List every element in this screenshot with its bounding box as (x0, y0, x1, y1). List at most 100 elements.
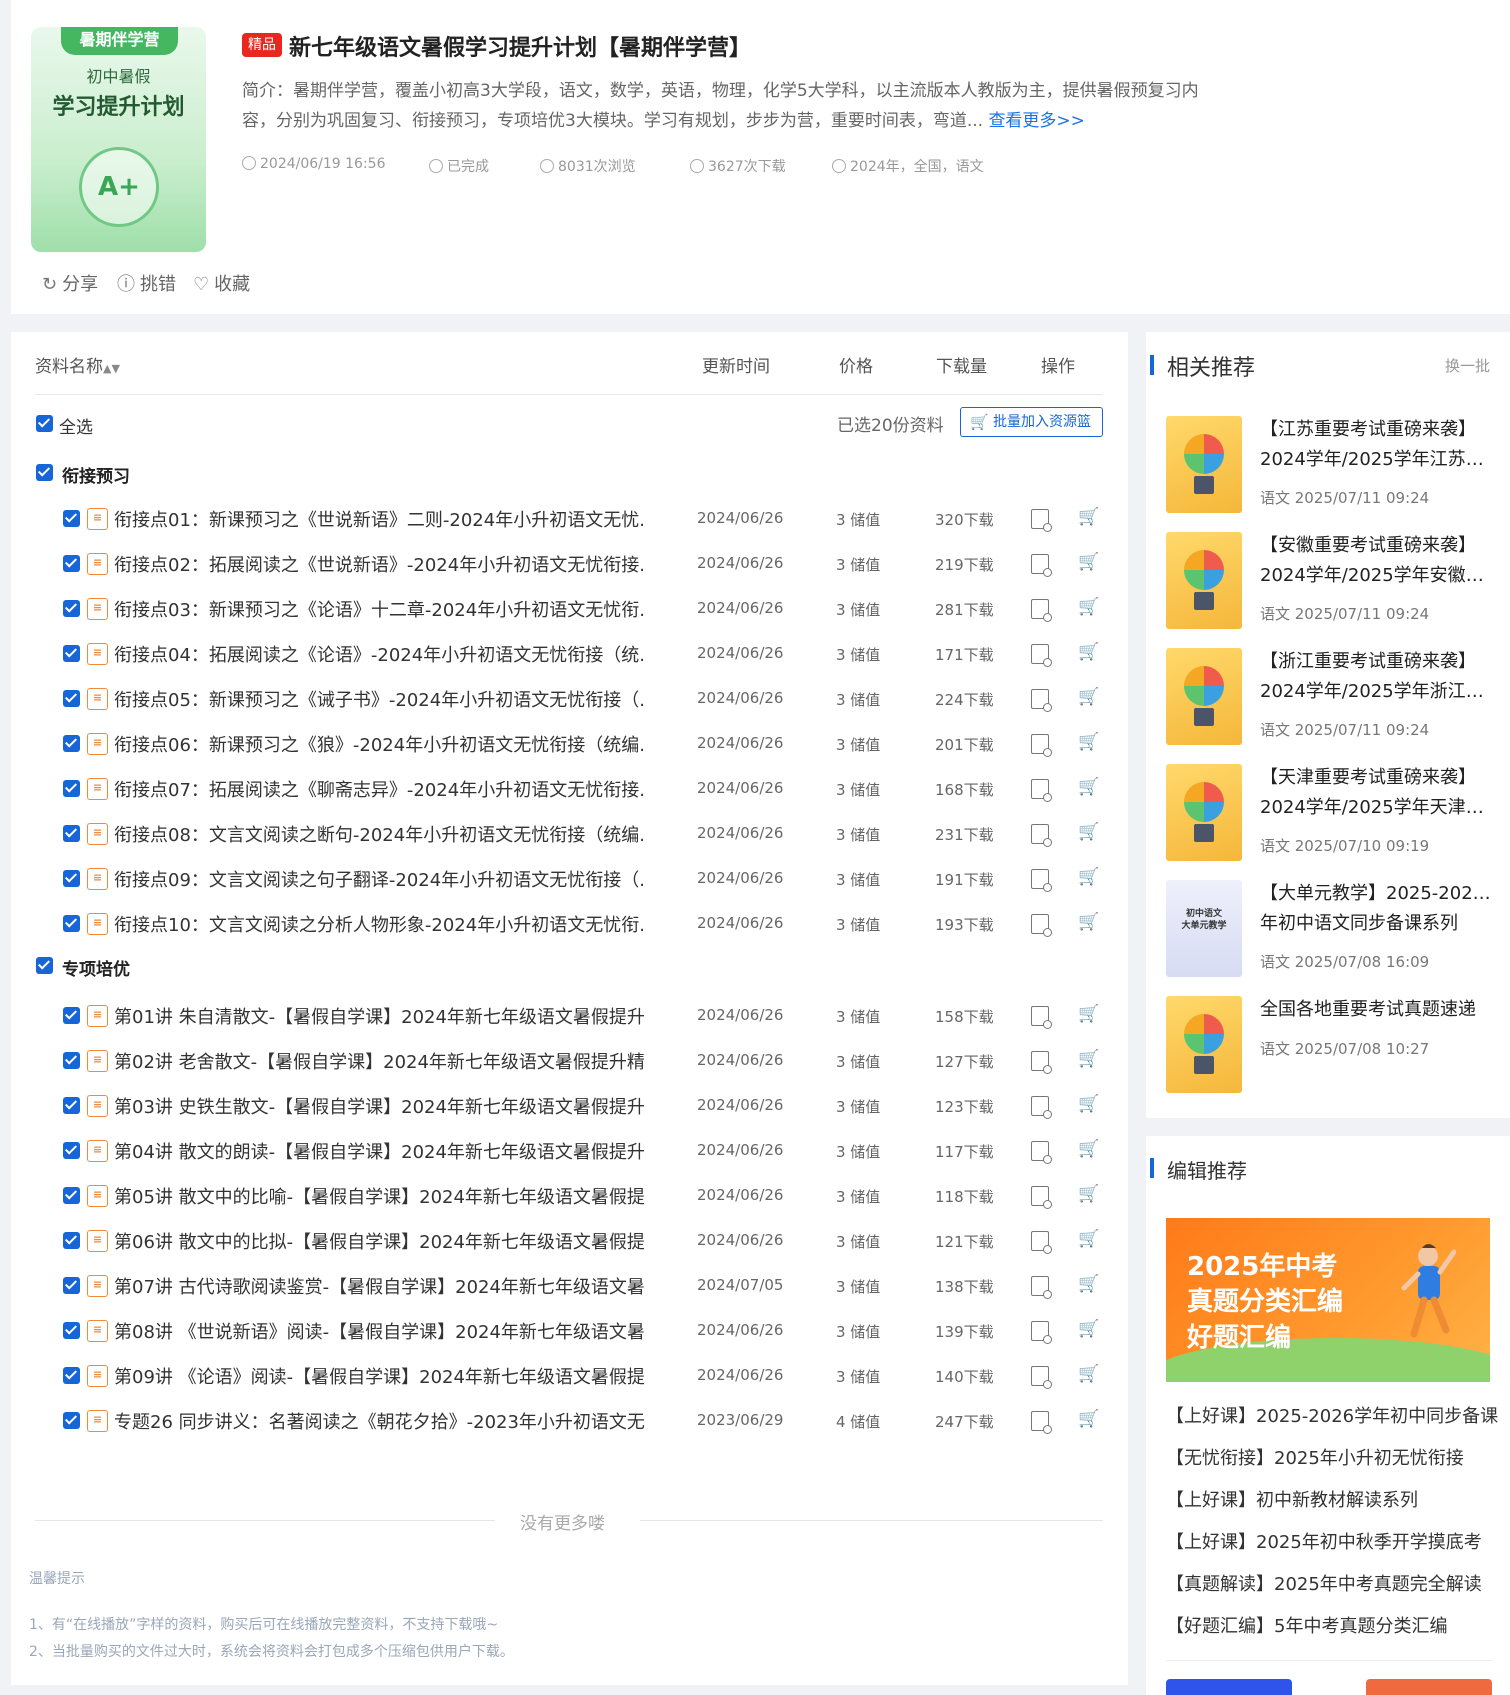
add-to-cart-icon[interactable]: 🛒 (1078, 1004, 1099, 1024)
row-title[interactable]: 衔接点05：新课预习之《诫子书》-2024年小升初语文无忧衔接（... (114, 686, 644, 712)
row-title[interactable]: 第09讲 《论语》阅读-【暑假自学课】2024年新七年级语文暑假提... (114, 1363, 644, 1389)
share-button[interactable]: ↻ 分享 (42, 270, 98, 296)
preview-icon[interactable] (1031, 1321, 1052, 1344)
row-checkbox[interactable] (63, 1052, 80, 1069)
table-row[interactable]: ≡ 衔接点01：新课预习之《世说新语》二则-2024年小升初语文无忧... 2024… (0, 497, 1117, 541)
editor-link[interactable]: 【真题解读】2025年中考真题完全解读 (1166, 1570, 1482, 1596)
row-checkbox[interactable] (63, 555, 80, 572)
row-checkbox[interactable] (63, 645, 80, 662)
row-checkbox[interactable] (63, 1367, 80, 1384)
related-title[interactable]: 【安徽重要考试重磅来袭】 2024学年/2025学年安徽省... (1260, 531, 1498, 591)
editor-link[interactable]: 【无忧衔接】2025年小升初无忧衔接 (1166, 1444, 1464, 1470)
preview-icon[interactable] (1031, 824, 1052, 847)
table-row[interactable]: ≡ 第09讲 《论语》阅读-【暑假自学课】2024年新七年级语文暑假提... 202… (0, 1354, 1117, 1398)
table-row[interactable]: ≡ 衔接点09：文言文阅读之句子翻译-2024年小升初语文无忧衔接（... 2024… (0, 857, 1117, 901)
row-checkbox[interactable] (63, 1322, 80, 1339)
row-title[interactable]: 第02讲 老舍散文-【暑假自学课】2024年新七年级语文暑假提升精... (114, 1048, 644, 1074)
add-to-cart-icon[interactable]: 🛒 (1078, 1229, 1099, 1249)
related-title[interactable]: 【浙江重要考试重磅来袭】 2024学年/2025学年浙江省... (1260, 647, 1498, 707)
related-title[interactable]: 【天津重要考试重磅来袭】 2024学年/2025学年天津市... (1260, 763, 1498, 823)
action-button-orange[interactable] (1366, 1679, 1492, 1695)
table-row[interactable]: ≡ 第08讲 《世说新语》阅读-【暑假自学课】2024年新七年级语文暑... 202… (0, 1309, 1117, 1353)
add-to-cart-icon[interactable]: 🛒 (1078, 1094, 1099, 1114)
row-checkbox[interactable] (63, 1187, 80, 1204)
row-title[interactable]: 衔接点01：新课预习之《世说新语》二则-2024年小升初语文无忧... (114, 506, 644, 532)
action-button-blue[interactable] (1166, 1679, 1292, 1695)
row-title[interactable]: 第06讲 散文中的比拟-【暑假自学课】2024年新七年级语文暑假提... (114, 1228, 644, 1254)
row-checkbox[interactable] (63, 1142, 80, 1159)
section-checkbox[interactable] (36, 464, 53, 481)
section-checkbox[interactable] (36, 957, 53, 974)
preview-icon[interactable] (1031, 1276, 1052, 1299)
row-checkbox[interactable] (63, 600, 80, 617)
row-checkbox[interactable] (63, 825, 80, 842)
table-row[interactable]: ≡ 衔接点05：新课预习之《诫子书》-2024年小升初语文无忧衔接（... 2024… (0, 677, 1117, 721)
see-more-link[interactable]: 查看更多>> (988, 111, 1085, 131)
row-title[interactable]: 衔接点10：文言文阅读之分析人物形象-2024年小升初语文无忧衔... (114, 911, 644, 937)
add-to-cart-icon[interactable]: 🛒 (1078, 732, 1099, 752)
row-title[interactable]: 衔接点09：文言文阅读之句子翻译-2024年小升初语文无忧衔接（... (114, 866, 644, 892)
table-row[interactable]: ≡ 第02讲 老舍散文-【暑假自学课】2024年新七年级语文暑假提升精... 202… (0, 1039, 1117, 1083)
preview-icon[interactable] (1031, 1096, 1052, 1119)
row-title[interactable]: 衔接点07：拓展阅读之《聊斋志异》-2024年小升初语文无忧衔接... (114, 776, 644, 802)
editor-link[interactable]: 【好题汇编】5年中考真题分类汇编 (1166, 1612, 1447, 1638)
row-checkbox[interactable] (63, 1412, 80, 1429)
report-button[interactable]: ⓘ 挑错 (117, 270, 176, 296)
row-title[interactable]: 衔接点08：文言文阅读之断句-2024年小升初语文无忧衔接（统编... (114, 821, 644, 847)
add-to-cart-icon[interactable]: 🛒 (1078, 822, 1099, 842)
editor-link[interactable]: 【上好课】初中新教材解读系列 (1166, 1486, 1418, 1512)
add-to-cart-icon[interactable]: 🛒 (1078, 1274, 1099, 1294)
table-row[interactable]: ≡ 第06讲 散文中的比拟-【暑假自学课】2024年新七年级语文暑假提... 202… (0, 1219, 1117, 1263)
preview-icon[interactable] (1031, 509, 1052, 532)
table-row[interactable]: ≡ 专题26 同步讲义：名著阅读之《朝花夕拾》-2023年小升初语文无... 202… (0, 1399, 1117, 1443)
add-to-cart-icon[interactable]: 🛒 (1078, 1319, 1099, 1339)
promo-banner[interactable]: 2025年中考 真题分类汇编 好题汇编 (1166, 1218, 1490, 1382)
related-thumbnail[interactable] (1166, 764, 1242, 861)
preview-icon[interactable] (1031, 554, 1052, 577)
related-thumbnail[interactable] (1166, 532, 1242, 629)
row-checkbox[interactable] (63, 1232, 80, 1249)
add-to-cart-icon[interactable]: 🛒 (1078, 507, 1099, 527)
preview-icon[interactable] (1031, 644, 1052, 667)
row-title[interactable]: 衔接点03：新课预习之《论语》十二章-2024年小升初语文无忧衔... (114, 596, 644, 622)
row-title[interactable]: 第04讲 散文的朗读-【暑假自学课】2024年新七年级语文暑假提升... (114, 1138, 644, 1164)
row-checkbox[interactable] (63, 780, 80, 797)
related-thumbnail[interactable] (1166, 648, 1242, 745)
row-checkbox[interactable] (63, 870, 80, 887)
row-checkbox[interactable] (63, 735, 80, 752)
row-checkbox[interactable] (63, 1277, 80, 1294)
table-row[interactable]: ≡ 衔接点04：拓展阅读之《论语》-2024年小升初语文无忧衔接（统... 2024… (0, 632, 1117, 676)
preview-icon[interactable] (1031, 734, 1052, 757)
select-all-checkbox[interactable] (36, 415, 53, 432)
table-row[interactable]: ≡ 衔接点10：文言文阅读之分析人物形象-2024年小升初语文无忧衔... 2024… (0, 902, 1117, 946)
table-row[interactable]: ≡ 第07讲 古代诗歌阅读鉴赏-【暑假自学课】2024年新七年级语文暑... 202… (0, 1264, 1117, 1308)
preview-icon[interactable] (1031, 1411, 1052, 1434)
add-to-cart-icon[interactable]: 🛒 (1078, 642, 1099, 662)
add-to-cart-icon[interactable]: 🛒 (1078, 1409, 1099, 1429)
row-title[interactable]: 第07讲 古代诗歌阅读鉴赏-【暑假自学课】2024年新七年级语文暑... (114, 1273, 644, 1299)
row-title[interactable]: 第05讲 散文中的比喻-【暑假自学课】2024年新七年级语文暑假提... (114, 1183, 644, 1209)
preview-icon[interactable] (1031, 1186, 1052, 1209)
col-name-header[interactable]: 资料名称▲▼ (35, 352, 120, 377)
table-row[interactable]: ≡ 衔接点02：拓展阅读之《世说新语》-2024年小升初语文无忧衔接... 2024… (0, 542, 1117, 586)
row-title[interactable]: 第08讲 《世说新语》阅读-【暑假自学课】2024年新七年级语文暑... (114, 1318, 644, 1344)
add-to-cart-icon[interactable]: 🛒 (1078, 912, 1099, 932)
row-title[interactable]: 衔接点06：新课预习之《狼》-2024年小升初语文无忧衔接（统编... (114, 731, 644, 757)
table-row[interactable]: ≡ 第01讲 朱自清散文-【暑假自学课】2024年新七年级语文暑假提升... 202… (0, 994, 1117, 1038)
row-checkbox[interactable] (63, 915, 80, 932)
table-row[interactable]: ≡ 衔接点03：新课预习之《论语》十二章-2024年小升初语文无忧衔... 2024… (0, 587, 1117, 631)
preview-icon[interactable] (1031, 1141, 1052, 1164)
row-title[interactable]: 衔接点02：拓展阅读之《世说新语》-2024年小升初语文无忧衔接... (114, 551, 644, 577)
add-to-cart-icon[interactable]: 🛒 (1078, 552, 1099, 572)
add-to-cart-icon[interactable]: 🛒 (1078, 1184, 1099, 1204)
row-title[interactable]: 专题26 同步讲义：名著阅读之《朝花夕拾》-2023年小升初语文无... (114, 1408, 644, 1434)
table-row[interactable]: ≡ 衔接点06：新课预习之《狼》-2024年小升初语文无忧衔接（统编... 2024… (0, 722, 1117, 766)
add-to-cart-icon[interactable]: 🛒 (1078, 867, 1099, 887)
editor-link[interactable]: 【上好课】2025年初中秋季开学摸底考 (1166, 1528, 1482, 1554)
add-to-cart-icon[interactable]: 🛒 (1078, 687, 1099, 707)
row-checkbox[interactable] (63, 1097, 80, 1114)
preview-icon[interactable] (1031, 1006, 1052, 1029)
preview-icon[interactable] (1031, 779, 1052, 802)
preview-icon[interactable] (1031, 869, 1052, 892)
row-title[interactable]: 第01讲 朱自清散文-【暑假自学课】2024年新七年级语文暑假提升... (114, 1003, 644, 1029)
